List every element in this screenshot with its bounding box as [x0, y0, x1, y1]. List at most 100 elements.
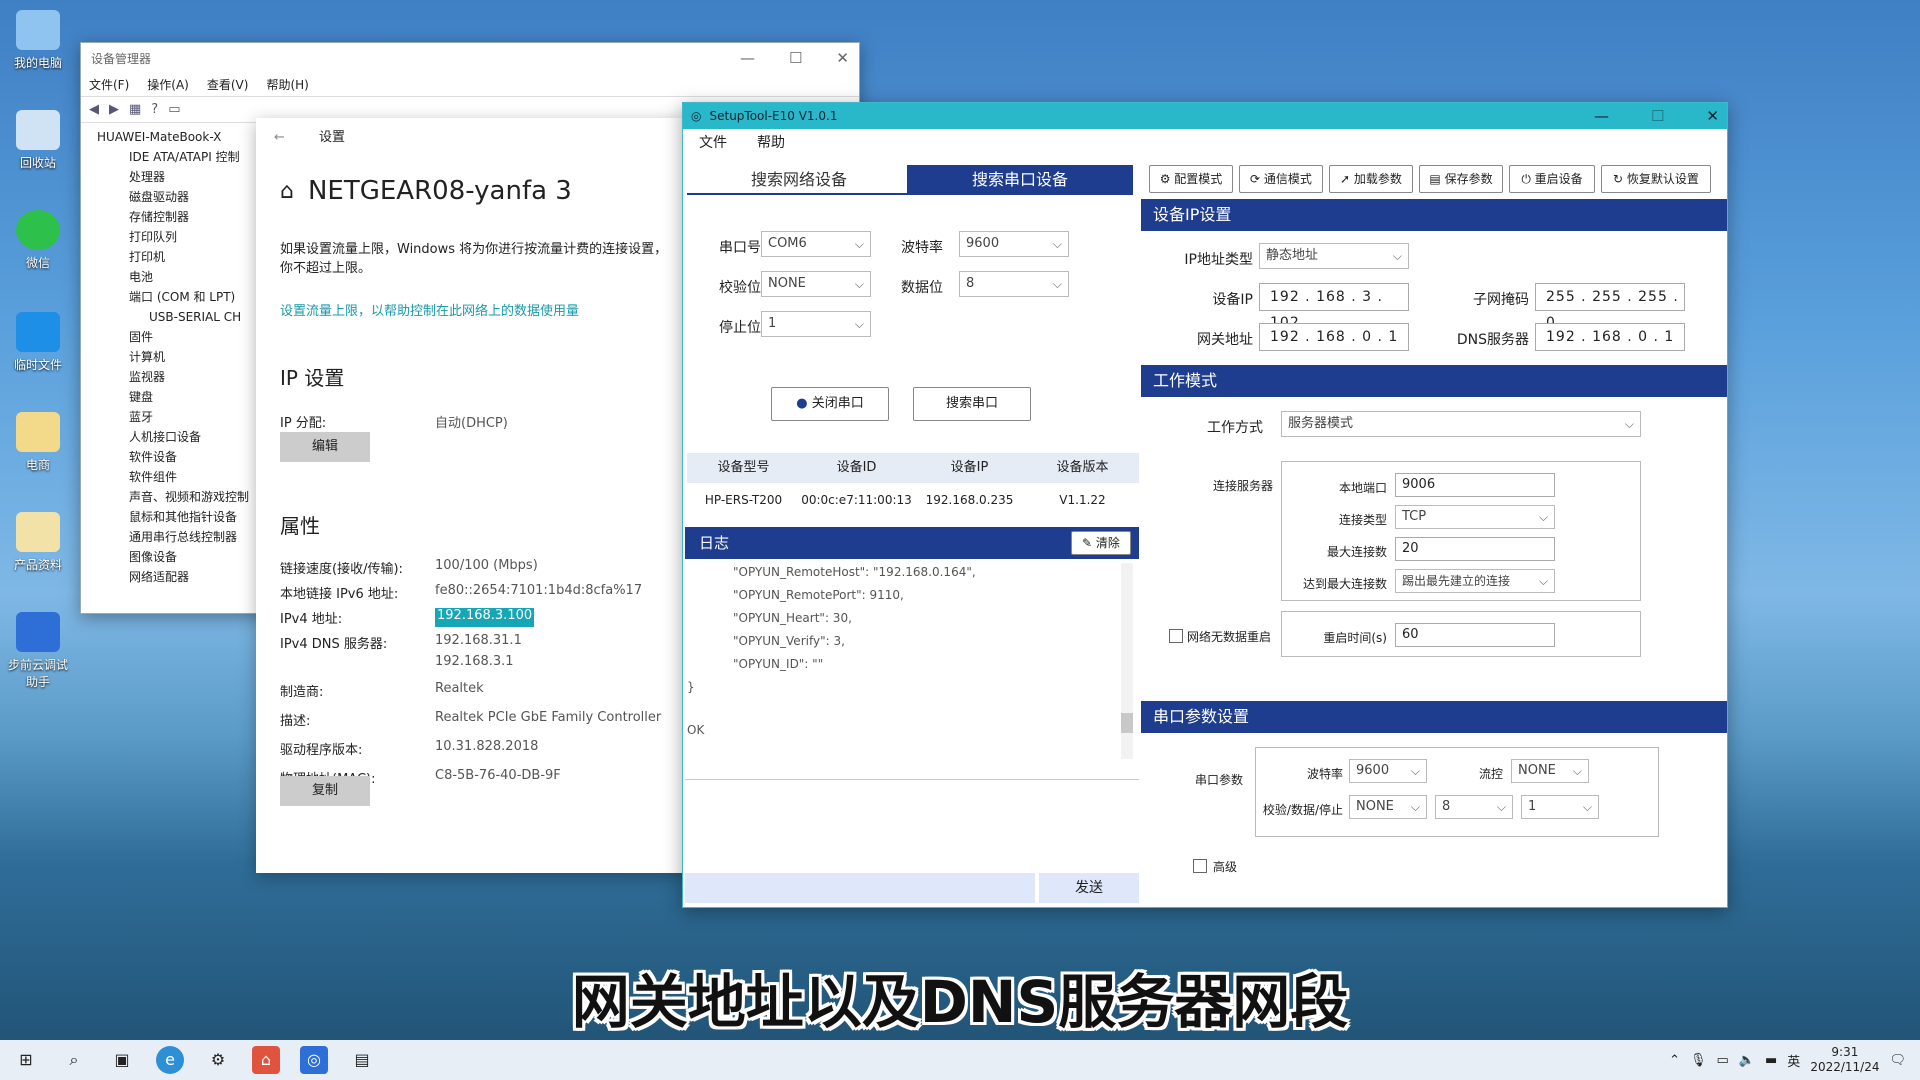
- desktop-icon-recycle[interactable]: 回收站: [8, 110, 68, 171]
- config-mode-button[interactable]: ⚙ 配置模式: [1149, 165, 1233, 193]
- send-input[interactable]: [685, 873, 1035, 903]
- work-mode-select[interactable]: 服务器模式 ⌵: [1281, 411, 1641, 437]
- flow-select[interactable]: NONE ⌵: [1511, 759, 1589, 783]
- tab-search-serial[interactable]: 搜索串口设备: [907, 165, 1133, 195]
- device-ip-field[interactable]: 192 . 168 . 3 . 102: [1259, 283, 1409, 331]
- settings-gear-icon[interactable]: ⚙: [204, 1046, 232, 1074]
- col-ip: 设备IP: [950, 460, 989, 475]
- ime-language[interactable]: 英: [1787, 1051, 1800, 1070]
- back-arrow-icon[interactable]: ←: [274, 130, 285, 145]
- save-params-button[interactable]: ▤ 保存参数: [1419, 165, 1503, 193]
- advanced-checkbox[interactable]: [1193, 859, 1207, 873]
- tab-search-network[interactable]: 搜索网络设备: [687, 165, 911, 195]
- databits-select[interactable]: 8 ⌵: [959, 271, 1069, 297]
- max-conn-input[interactable]: 20: [1395, 537, 1555, 561]
- volume-icon[interactable]: 🔈: [1739, 1053, 1755, 1068]
- col-id: 设备ID: [836, 460, 877, 475]
- maximize-icon[interactable]: ☐: [789, 49, 802, 67]
- baud-select[interactable]: 9600 ⌵: [959, 231, 1069, 257]
- data-limit-link[interactable]: 设置流量上限，以帮助控制在此网络上的数据使用量: [280, 300, 579, 319]
- close-port-button[interactable]: ● 关闭串口: [771, 387, 889, 421]
- ip-type-value: 静态地址: [1266, 248, 1319, 263]
- device-table-header: 设备型号 设备ID 设备IP 设备版本: [687, 453, 1139, 483]
- clear-log-button[interactable]: ✎ 清除: [1071, 531, 1131, 555]
- stopbits-label: 停止位: [719, 320, 761, 336]
- serial-baud-select[interactable]: 9600 ⌵: [1349, 759, 1427, 783]
- monitor-icon[interactable]: ▭: [168, 102, 180, 117]
- port-select[interactable]: COM6 ⌵: [761, 231, 871, 257]
- edit-button[interactable]: 编辑: [280, 432, 370, 462]
- prop-value: Realtek: [435, 681, 484, 696]
- restart-device-label: 重启设备: [1534, 172, 1583, 186]
- desktop-icon-docs[interactable]: 产品资料: [8, 512, 68, 573]
- menu-help[interactable]: 帮助(H): [266, 76, 308, 93]
- comm-mode-button[interactable]: ⟳ 通信模式: [1239, 165, 1323, 193]
- advanced-label: 高级: [1213, 860, 1238, 874]
- stopbits-select[interactable]: 1 ⌵: [761, 311, 871, 337]
- port-value: COM6: [768, 236, 807, 251]
- forward-arrow-icon[interactable]: ▶: [109, 102, 119, 117]
- restore-defaults-button[interactable]: ↻ 恢复默认设置: [1601, 165, 1711, 193]
- minimize-icon[interactable]: —: [1594, 107, 1609, 125]
- ip-settings-heading: IP 设置: [280, 366, 345, 390]
- table-row[interactable]: HP-ERS-T200 00:0c:e7:11:00:13 192.168.0.…: [687, 487, 1139, 513]
- task-view-icon[interactable]: ▣: [108, 1046, 136, 1074]
- windows-start-icon[interactable]: ⊞: [12, 1046, 40, 1074]
- serial-parity-select[interactable]: NONE ⌵: [1349, 795, 1427, 819]
- maximize-icon[interactable]: ☐: [1651, 107, 1664, 125]
- battery-icon[interactable]: ▬: [1765, 1053, 1777, 1068]
- send-button[interactable]: 发送: [1039, 873, 1139, 903]
- back-arrow-icon[interactable]: ◀: [89, 102, 99, 117]
- copy-button[interactable]: 复制: [280, 776, 370, 806]
- menu-help[interactable]: 帮助: [757, 132, 785, 152]
- chevron-down-icon: ⌵: [1582, 800, 1592, 814]
- app-icon[interactable]: ⌂: [252, 1046, 280, 1074]
- serial-stop-select[interactable]: 1 ⌵: [1521, 795, 1599, 819]
- dns-field[interactable]: 192 . 168 . 0 . 1: [1535, 323, 1685, 351]
- clock[interactable]: 9:31 2022/11/24: [1810, 1045, 1879, 1075]
- desktop-icon-computer[interactable]: 我的电脑: [8, 10, 68, 71]
- search-port-button[interactable]: 搜索串口: [913, 387, 1031, 421]
- desktop-icon-temp[interactable]: 临时文件: [8, 312, 68, 373]
- no-data-restart-checkbox[interactable]: [1169, 629, 1183, 643]
- scrollbar-thumb[interactable]: [1121, 713, 1133, 733]
- edge-icon[interactable]: e: [156, 1046, 184, 1074]
- parity-select[interactable]: NONE ⌵: [761, 271, 871, 297]
- conn-type-label: 连接类型: [1338, 513, 1387, 527]
- menu-file[interactable]: 文件(F): [89, 76, 129, 93]
- notification-icon[interactable]: 🗨: [1889, 1053, 1906, 1068]
- chevron-up-icon[interactable]: ⌃: [1669, 1053, 1680, 1068]
- chevron-down-icon: ⌵: [1392, 249, 1402, 263]
- save-icon: ▤: [1429, 172, 1445, 186]
- restart-device-button[interactable]: ⏻ 重启设备: [1509, 165, 1595, 193]
- restart-time-input[interactable]: 60: [1395, 623, 1555, 647]
- gateway-field[interactable]: 192 . 168 . 0 . 1: [1259, 323, 1409, 351]
- microphone-icon[interactable]: 🎙: [1690, 1053, 1707, 1068]
- reach-max-select[interactable]: 踢出最先建立的连接 ⌵: [1395, 569, 1555, 593]
- load-params-button[interactable]: ➚ 加载参数: [1329, 165, 1413, 193]
- desktop-icon-ecommerce[interactable]: 电商: [8, 412, 68, 473]
- search-icon[interactable]: ⌕: [60, 1046, 88, 1074]
- subnet-mask-field[interactable]: 255 . 255 . 255 . 0: [1535, 283, 1685, 331]
- ip-type-select[interactable]: 静态地址 ⌵: [1259, 243, 1409, 269]
- desktop-icon-wechat[interactable]: 微信: [8, 210, 68, 271]
- close-icon[interactable]: ✕: [836, 49, 849, 67]
- menu-file[interactable]: 文件: [699, 132, 727, 152]
- local-port-input[interactable]: 9006: [1395, 473, 1555, 497]
- help-icon[interactable]: ?: [151, 102, 158, 117]
- conn-type-select[interactable]: TCP ⌵: [1395, 505, 1555, 529]
- properties-heading: 属性: [280, 514, 320, 538]
- serial-data-select[interactable]: 8 ⌵: [1435, 795, 1513, 819]
- setuptool-icon[interactable]: ◎: [300, 1046, 328, 1074]
- network-icon[interactable]: ▭: [1717, 1053, 1729, 1068]
- log-scrollbar[interactable]: [1121, 563, 1133, 759]
- properties-icon[interactable]: ▦: [129, 102, 141, 117]
- close-icon[interactable]: ✕: [1706, 107, 1719, 125]
- menu-action[interactable]: 操作(A): [147, 76, 189, 93]
- tool-title: SetupTool-E10 V1.0.1: [709, 109, 838, 123]
- minimize-icon[interactable]: —: [740, 49, 755, 67]
- menu-view[interactable]: 查看(V): [207, 76, 249, 93]
- parity-label: 校验位: [719, 280, 761, 296]
- desktop-icon-debug-assistant[interactable]: 步前云调试助手: [8, 612, 68, 690]
- device-manager-icon[interactable]: ▤: [348, 1046, 376, 1074]
